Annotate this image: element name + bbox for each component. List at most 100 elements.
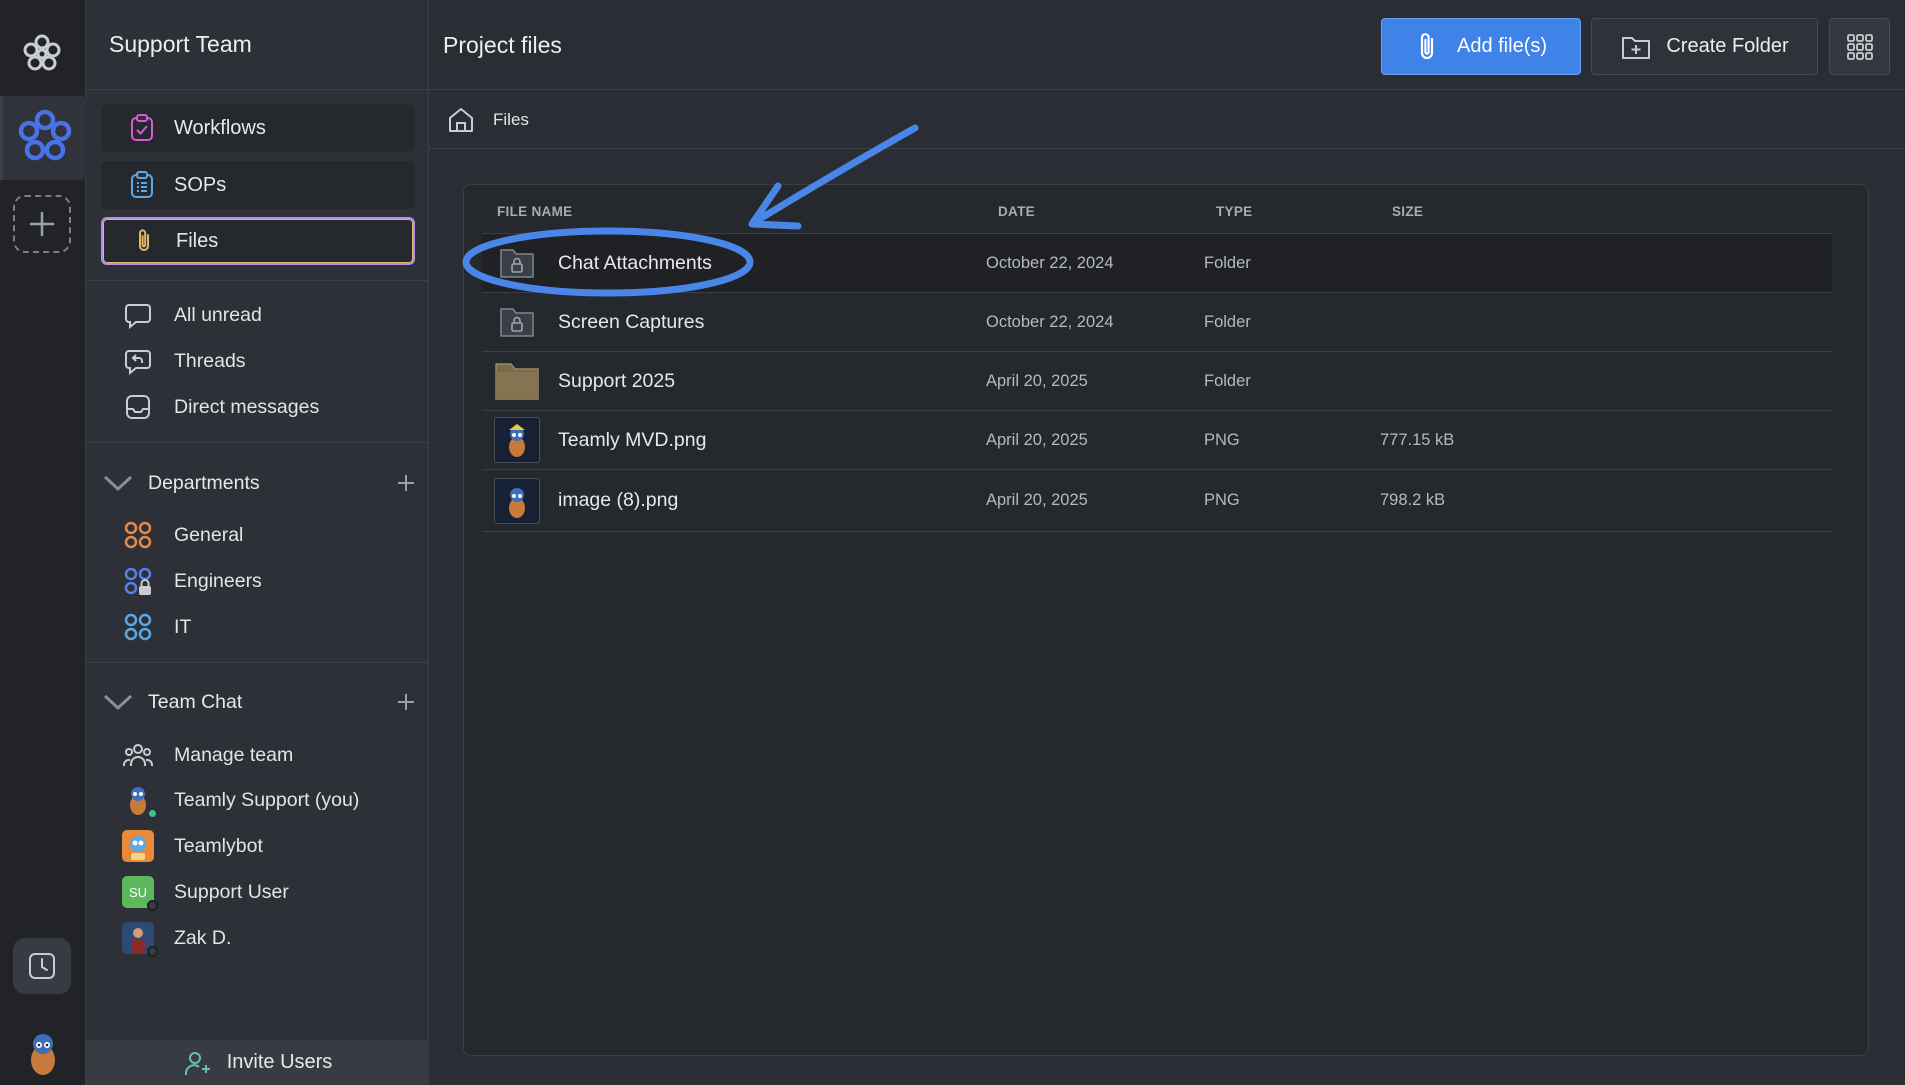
invite-users-button[interactable]: Invite Users: [86, 1040, 429, 1085]
locked-folder-icon: [494, 240, 540, 286]
channel-general[interactable]: General: [122, 518, 243, 552]
file-table: FILE NAME DATE TYPE SIZE Chat Attachment…: [463, 184, 1869, 1056]
teamly-logo-icon[interactable]: [19, 31, 65, 77]
chat-zak-d[interactable]: Zak D.: [122, 921, 232, 957]
main-content: Project files Add file(s) Create Folder: [429, 0, 1905, 1085]
table-header: FILE NAME DATE TYPE SIZE: [464, 185, 1868, 235]
divider: [86, 662, 429, 663]
team-chat-section-header[interactable]: Team Chat: [100, 684, 418, 720]
workspace-rail: [0, 0, 86, 1085]
add-user-icon: [183, 1049, 213, 1077]
team-icon: [122, 739, 154, 771]
file-date: October 22, 2024: [986, 253, 1114, 272]
file-type: Folder: [1204, 253, 1251, 272]
history-button[interactable]: [13, 938, 71, 994]
table-row[interactable]: Support 2025 April 20, 2025 Folder: [482, 351, 1832, 410]
add-workspace-button[interactable]: [13, 195, 71, 253]
divider: [86, 280, 429, 281]
file-date: October 22, 2024: [986, 312, 1114, 331]
channel-it[interactable]: IT: [122, 610, 191, 644]
column-header-name[interactable]: FILE NAME: [497, 204, 572, 219]
manage-team-item[interactable]: Manage team: [122, 738, 293, 772]
table-row[interactable]: Screen Captures October 22, 2024 Folder: [482, 292, 1832, 351]
item-label: IT: [174, 615, 192, 638]
table-row[interactable]: Chat Attachments October 22, 2024 Folder: [482, 233, 1832, 292]
add-department-icon[interactable]: [394, 471, 418, 495]
page-title: Project files: [443, 32, 562, 58]
file-type: Folder: [1204, 312, 1251, 331]
folder-icon: [494, 358, 540, 404]
chat-support-user[interactable]: SU Support User: [122, 875, 289, 911]
direct-messages-item[interactable]: Direct messages: [122, 390, 319, 424]
nav-sops[interactable]: SOPs: [101, 161, 415, 209]
offline-status-dot: [147, 946, 158, 957]
home-icon[interactable]: [446, 105, 476, 135]
workspace-title: Support Team: [86, 0, 428, 90]
grid-icon: [1846, 33, 1873, 60]
item-label: Support User: [174, 880, 289, 903]
clipboard-list-icon: [126, 169, 158, 201]
image-thumbnail-icon: [494, 417, 540, 463]
channel-grid-icon: [122, 611, 154, 643]
table-row[interactable]: image (8).png April 20, 2025 PNG 798.2 k…: [482, 469, 1832, 532]
folder-plus-icon: [1620, 33, 1652, 61]
chat-bubble-icon: [122, 299, 154, 331]
departments-section-header[interactable]: Departments: [100, 465, 418, 501]
channel-grid-lock-icon: [122, 565, 154, 597]
item-label: Teamlybot: [174, 834, 263, 857]
file-name: Support 2025: [558, 369, 676, 392]
item-label: Zak D.: [174, 926, 232, 949]
nav-label: Files: [176, 229, 219, 252]
chat-teamly-support[interactable]: Teamly Support (you): [122, 783, 360, 819]
file-date: April 20, 2025: [986, 371, 1088, 390]
file-name: Screen Captures: [558, 310, 705, 333]
item-label: Teamly Support (you): [174, 788, 360, 811]
inbox-icon: [122, 391, 154, 423]
user-avatar-icon[interactable]: [24, 1030, 62, 1078]
nav-workflows[interactable]: Workflows: [101, 104, 415, 152]
chat-teamlybot[interactable]: Teamlybot: [122, 829, 263, 863]
mascot-avatar-icon: [122, 784, 158, 819]
file-name: image (8).png: [558, 489, 679, 511]
nav-label: SOPs: [174, 173, 227, 196]
paperclip-icon: [1415, 31, 1439, 63]
breadcrumb-item[interactable]: Files: [493, 110, 529, 130]
nav-files[interactable]: Files: [101, 217, 415, 265]
file-name: Teamly MVD.png: [558, 428, 707, 451]
item-label: General: [174, 523, 244, 546]
top-bar: Project files Add file(s) Create Folder: [429, 0, 1905, 90]
file-name: Chat Attachments: [558, 251, 712, 274]
file-size: 798.2 kB: [1380, 491, 1446, 509]
offline-status-dot: [147, 900, 158, 911]
locked-folder-icon: [494, 299, 540, 345]
add-chat-icon[interactable]: [394, 690, 418, 714]
bot-avatar-icon: [122, 830, 154, 862]
column-header-size[interactable]: SIZE: [1392, 204, 1423, 219]
column-header-date[interactable]: DATE: [998, 204, 1035, 219]
item-label: Threads: [174, 349, 246, 372]
section-title: Team Chat: [148, 690, 243, 713]
paperclip-icon: [128, 225, 160, 257]
create-folder-label: Create Folder: [1666, 35, 1789, 57]
column-header-type[interactable]: TYPE: [1216, 204, 1252, 219]
all-unread-item[interactable]: All unread: [122, 298, 262, 332]
invite-label: Invite Users: [226, 1051, 333, 1073]
clipboard-check-icon: [126, 112, 158, 144]
channel-engineers[interactable]: Engineers: [122, 564, 262, 598]
threads-item[interactable]: Threads: [122, 344, 246, 378]
table-row[interactable]: Teamly MVD.png April 20, 2025 PNG 777.15…: [482, 410, 1832, 469]
grid-view-button[interactable]: [1829, 18, 1890, 75]
chevron-down-icon[interactable]: [100, 692, 136, 712]
create-folder-button[interactable]: Create Folder: [1591, 18, 1818, 75]
initials-avatar: SU: [122, 876, 158, 911]
channel-grid-icon: [122, 519, 154, 551]
file-type: PNG: [1204, 491, 1240, 509]
chevron-down-icon[interactable]: [100, 473, 136, 493]
workspace-flower-icon: [18, 109, 72, 161]
add-files-button[interactable]: Add file(s): [1381, 18, 1581, 75]
active-workspace[interactable]: [0, 96, 86, 180]
add-files-label: Add file(s): [1456, 35, 1548, 57]
item-label: Direct messages: [174, 395, 320, 418]
file-type: Folder: [1204, 371, 1251, 390]
item-label: Engineers: [174, 569, 262, 592]
